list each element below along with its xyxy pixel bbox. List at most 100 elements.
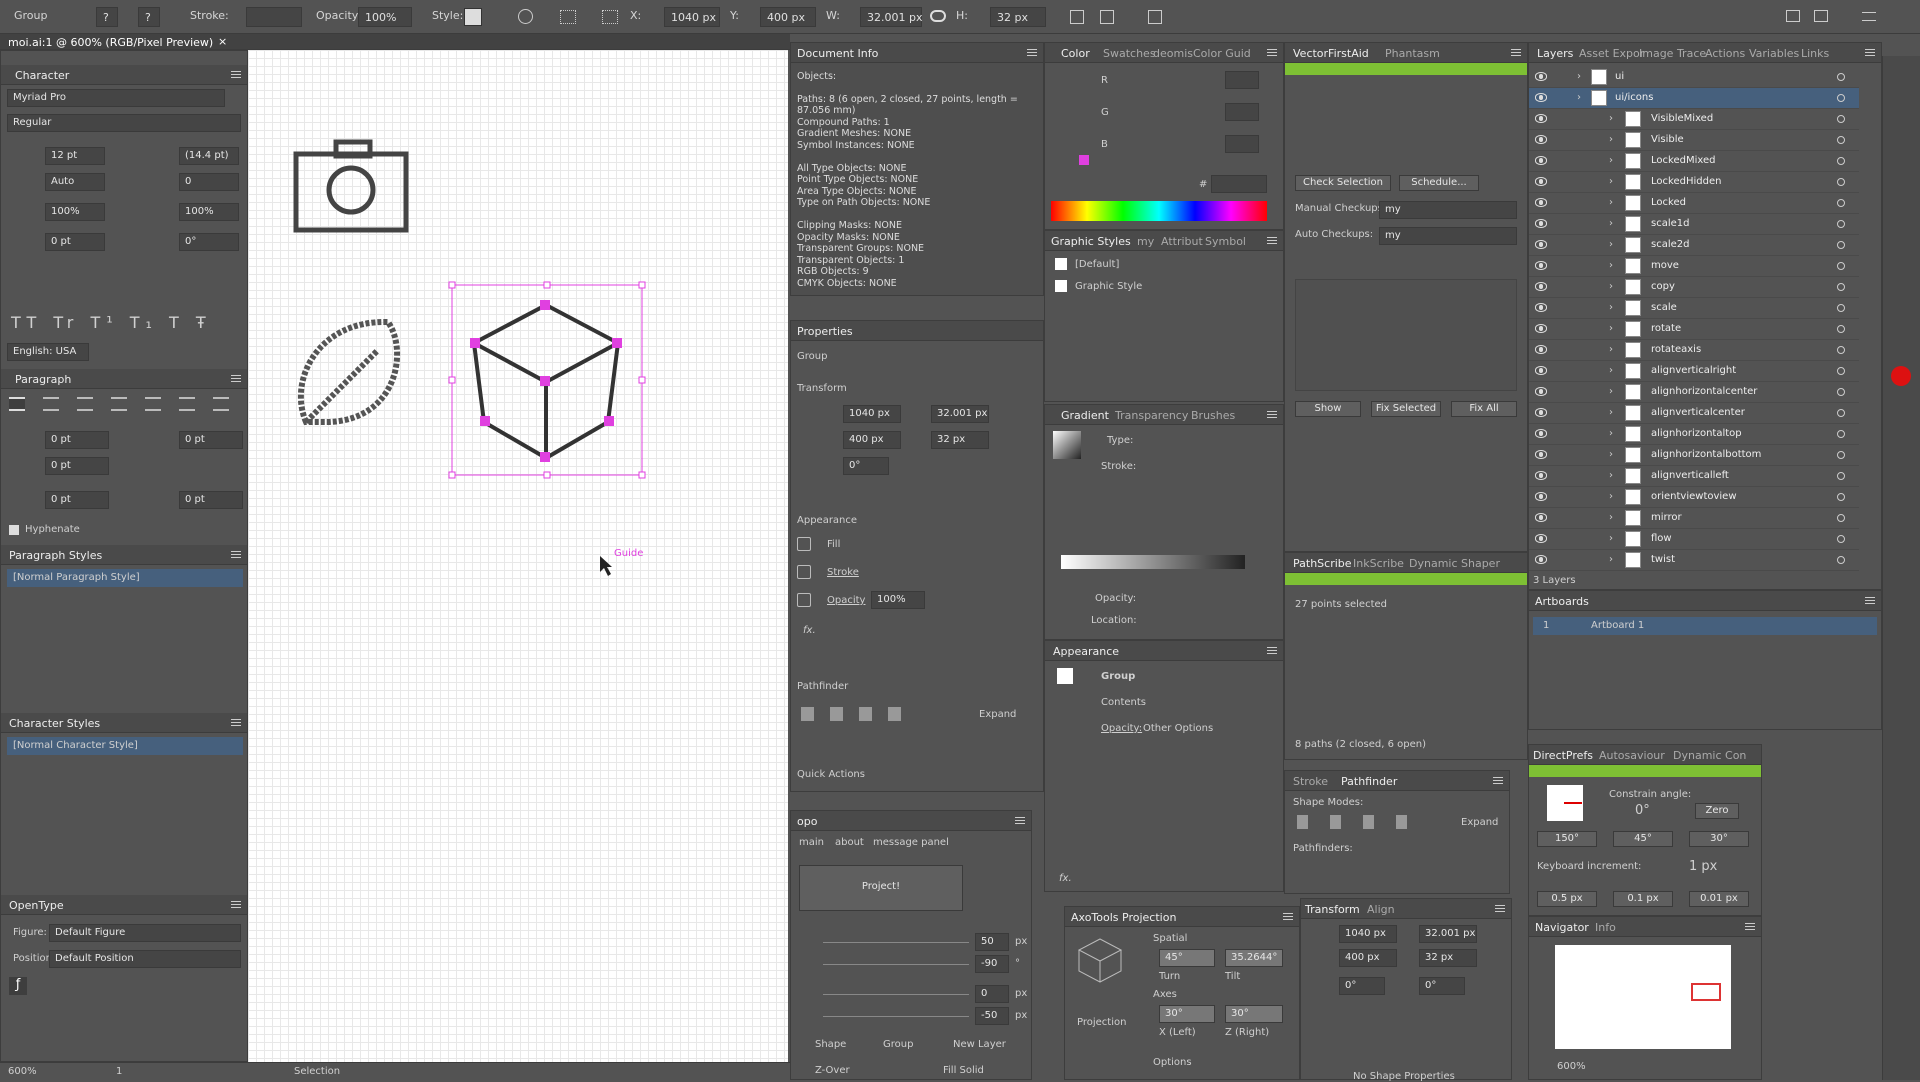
panel-menu-icon[interactable] [1027, 49, 1037, 56]
right-indent-field[interactable]: 0 pt [179, 431, 243, 449]
b-field[interactable] [1225, 135, 1259, 153]
color-spectrum[interactable] [1051, 201, 1267, 221]
eye-icon[interactable] [1535, 303, 1547, 312]
eye-icon[interactable] [1535, 450, 1547, 459]
target-circle-icon[interactable] [1837, 556, 1845, 564]
eye-icon[interactable] [1535, 114, 1547, 123]
schedule-button[interactable]: Schedule... [1399, 175, 1479, 191]
hyphenate-checkbox[interactable] [9, 525, 19, 535]
recolor-icon[interactable] [518, 9, 533, 24]
eye-icon[interactable] [1535, 240, 1547, 249]
artboard-row[interactable]: 1 Artboard 1 [1533, 617, 1877, 635]
chevron-right-icon[interactable]: › [1609, 239, 1613, 250]
pathfinder-buttons[interactable] [801, 707, 901, 721]
appearance-contents[interactable]: Contents [1101, 697, 1146, 708]
panel-menu-icon[interactable] [231, 901, 241, 908]
layer-row[interactable]: › scale2d [1529, 235, 1859, 256]
eye-icon[interactable] [1535, 555, 1547, 564]
project-button[interactable]: Project! [799, 865, 963, 911]
tab-graphic-styles[interactable]: Graphic Styles [1051, 235, 1131, 248]
target-circle-icon[interactable] [1837, 451, 1845, 459]
eye-icon[interactable] [1535, 261, 1547, 270]
style-swatch[interactable] [464, 8, 482, 26]
layer-row[interactable]: › alignverticalright [1529, 361, 1859, 382]
paragraph-style-item[interactable]: [Normal Paragraph Style] [7, 569, 243, 587]
target-circle-icon[interactable] [1837, 409, 1845, 417]
zero-button[interactable]: Zero [1695, 803, 1739, 819]
target-circle-icon[interactable] [1837, 283, 1845, 291]
target-circle-icon[interactable] [1837, 94, 1845, 102]
t-shear-field[interactable]: 0° [1419, 977, 1465, 995]
tab-color-guide[interactable]: Color Guid [1193, 47, 1251, 60]
eye-icon[interactable] [1535, 93, 1547, 102]
panel-menu-icon[interactable] [1267, 237, 1277, 244]
character-style-item[interactable]: [Normal Character Style] [7, 737, 243, 755]
tab-color[interactable]: Color [1061, 47, 1090, 60]
opo-slider-1[interactable] [823, 942, 969, 943]
font-family-field[interactable]: Myriad Pro [7, 89, 225, 107]
stroke-icon[interactable] [797, 565, 811, 579]
t-y-field[interactable]: 400 px [1339, 949, 1397, 967]
panel-menu-icon[interactable] [231, 551, 241, 558]
tab-pathfinder[interactable]: Pathfinder [1341, 775, 1397, 788]
hex-field[interactable] [1211, 175, 1267, 193]
eye-icon[interactable] [1535, 72, 1547, 81]
tab-image-trace[interactable]: Image Trace [1639, 47, 1706, 60]
kerning-field[interactable]: Auto [45, 173, 105, 191]
prop-y-field[interactable]: 400 px [843, 431, 901, 449]
eye-icon[interactable] [1535, 324, 1547, 333]
stroke-link[interactable]: Stroke [827, 567, 859, 578]
isolate-icon[interactable] [1148, 10, 1162, 24]
layer-row[interactable]: › VisibleMixed [1529, 109, 1859, 130]
panel-menu-icon[interactable] [1015, 817, 1025, 824]
fill-icon[interactable] [797, 537, 811, 551]
kb-01-button[interactable]: 0.1 px [1613, 891, 1673, 907]
chevron-right-icon[interactable]: › [1609, 323, 1613, 334]
tab-layers[interactable]: Layers [1537, 47, 1573, 60]
chevron-right-icon[interactable]: › [1609, 491, 1613, 502]
opo-slider-4[interactable] [823, 1016, 969, 1017]
prop-angle-field[interactable]: 0° [843, 457, 889, 475]
chevron-right-icon[interactable]: › [1609, 512, 1613, 523]
chevron-right-icon[interactable]: › [1609, 134, 1613, 145]
tab-align[interactable]: Align [1367, 903, 1395, 916]
navigator-thumbnail[interactable] [1555, 945, 1731, 1049]
menu-icon[interactable] [1862, 12, 1876, 21]
tab-gradient[interactable]: Gradient [1061, 409, 1109, 422]
chevron-right-icon[interactable]: › [1609, 197, 1613, 208]
target-circle-icon[interactable] [1837, 388, 1845, 396]
target-circle-icon[interactable] [1837, 136, 1845, 144]
chevron-right-icon[interactable]: › [1609, 428, 1613, 439]
layer-row[interactable]: › move [1529, 256, 1859, 277]
target-circle-icon[interactable] [1837, 262, 1845, 270]
opo-tab-message[interactable]: message panel [873, 837, 949, 848]
layer-row[interactable]: › rotate [1529, 319, 1859, 340]
layer-row[interactable]: › orientviewtoview [1529, 487, 1859, 508]
y-field[interactable]: 400 px [760, 7, 816, 27]
layer-row[interactable]: › Visible [1529, 130, 1859, 151]
t-w-field[interactable]: 32.001 px [1419, 925, 1477, 943]
gradient-preview[interactable] [1053, 431, 1081, 459]
chevron-right-icon[interactable]: › [1609, 386, 1613, 397]
tab-vectorfirstaid[interactable]: VectorFirstAid [1293, 47, 1369, 60]
eye-icon[interactable] [1535, 408, 1547, 417]
fill-swatch[interactable]: ? [96, 7, 118, 27]
eye-icon[interactable] [1535, 513, 1547, 522]
tab-transform[interactable]: Transform [1305, 903, 1360, 916]
chevron-right-icon[interactable]: › [1609, 470, 1613, 481]
fix-selected-button[interactable]: Fix Selected [1371, 401, 1441, 417]
target-circle-icon[interactable] [1837, 514, 1845, 522]
prop-x-field[interactable]: 1040 px [843, 405, 901, 423]
chevron-right-icon[interactable]: › [1609, 449, 1613, 460]
eye-icon[interactable] [1535, 366, 1547, 375]
chevron-right-icon[interactable]: › [1609, 302, 1613, 313]
chevron-right-icon[interactable]: › [1609, 176, 1613, 187]
panel-menu-icon[interactable] [1745, 923, 1755, 930]
page-status[interactable]: 1 [116, 1066, 122, 1077]
z-right-field[interactable]: 30° [1225, 1005, 1283, 1023]
g-field[interactable] [1225, 103, 1259, 121]
chevron-right-icon[interactable]: › [1609, 344, 1613, 355]
chevron-right-icon[interactable]: › [1609, 533, 1613, 544]
target-circle-icon[interactable] [1837, 325, 1845, 333]
document-tab-title[interactable]: moi.ai:1 @ 600% (RGB/Pixel Preview) [8, 36, 213, 49]
